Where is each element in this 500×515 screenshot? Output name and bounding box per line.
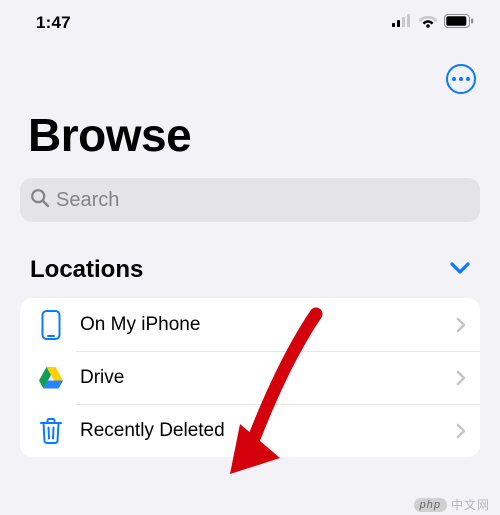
list-item-on-my-iphone[interactable]: On My iPhone (20, 298, 480, 351)
watermark: php 中文网 (414, 496, 490, 513)
chevron-right-icon (456, 370, 466, 386)
drive-icon (34, 366, 68, 390)
cellular-icon (392, 14, 412, 32)
chevron-right-icon (456, 423, 466, 439)
status-indicators (392, 14, 474, 33)
status-bar: 1:47 (0, 0, 500, 42)
list-item-recently-deleted[interactable]: Recently Deleted (20, 404, 480, 457)
list-item-label: Drive (80, 367, 456, 389)
list-item-label: On My iPhone (80, 314, 456, 336)
iphone-icon (34, 310, 68, 340)
chevron-right-icon (456, 317, 466, 333)
status-time: 1:47 (36, 13, 71, 33)
page-title: Browse (0, 102, 500, 174)
locations-section-header[interactable]: Locations (0, 222, 500, 296)
chevron-down-icon (450, 261, 470, 280)
more-button[interactable] (446, 64, 476, 94)
search-input[interactable]: Search (20, 178, 480, 222)
search-placeholder: Search (56, 189, 119, 212)
top-actions (0, 42, 500, 102)
battery-icon (444, 14, 474, 33)
watermark-text: 中文网 (451, 496, 490, 513)
list-item-label: Recently Deleted (80, 420, 456, 442)
wifi-icon (418, 14, 438, 33)
trash-icon (34, 417, 68, 445)
search-icon (30, 188, 50, 213)
locations-title: Locations (30, 256, 143, 284)
locations-list: On My iPhone Drive Recen (20, 298, 480, 457)
list-item-drive[interactable]: Drive (20, 351, 480, 404)
watermark-logo: php (414, 498, 447, 512)
